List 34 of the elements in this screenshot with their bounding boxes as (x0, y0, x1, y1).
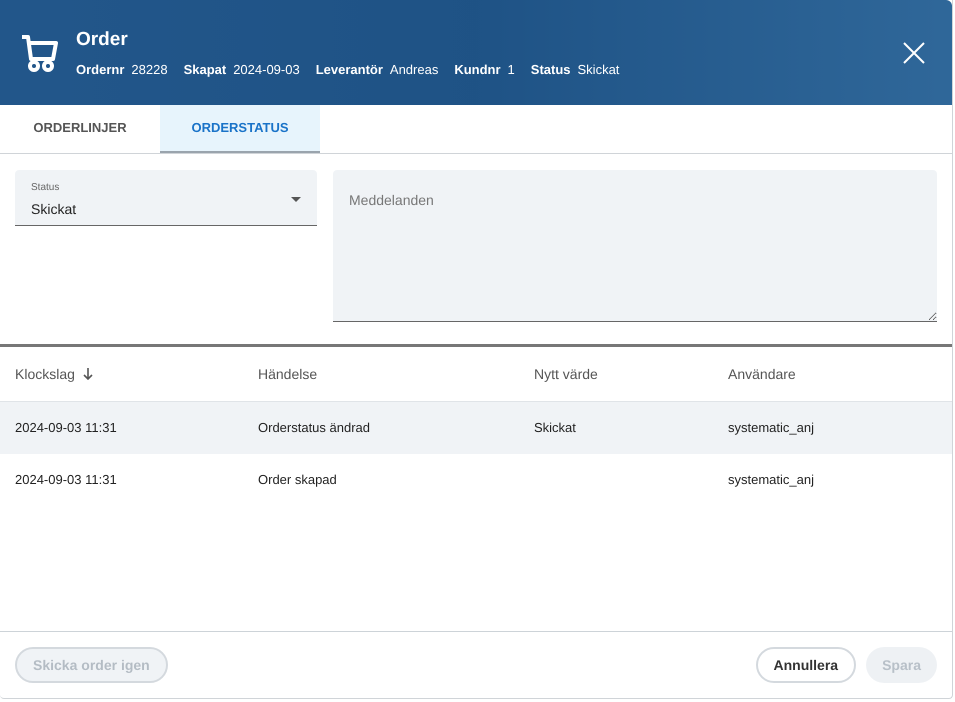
table-cell: Orderstatus ändrad (258, 420, 370, 435)
cart-icon (20, 32, 58, 72)
table-cell: systematic_anj (728, 420, 814, 435)
field-label: Status (31, 180, 60, 194)
column-header[interactable]: Nytt värde (534, 364, 598, 384)
meta-label: Kundnr (454, 61, 501, 79)
cancel-button[interactable]: Annullera (756, 647, 856, 683)
field-value: Skickat (31, 200, 76, 218)
meta-value: 28228 (131, 61, 168, 79)
dropdown-icon (291, 197, 301, 202)
tab[interactable]: ORDERLINJER (0, 105, 160, 153)
meta-label: Leverantör (316, 61, 383, 79)
meta-label: Ordernr (76, 61, 124, 79)
table-cell: Order skapad (258, 472, 337, 487)
close-icon (902, 40, 926, 64)
meta-label: Status (530, 61, 571, 79)
meta-value: Skickat (578, 61, 620, 79)
meta-label: Skapat (184, 61, 226, 79)
table-cell: 2024-09-03 11:31 (15, 472, 117, 487)
status-select[interactable]: Status Skickat (15, 170, 317, 226)
meta-value: 2024-09-03 (233, 61, 300, 79)
meta-value: 1 (508, 61, 515, 79)
messages-field[interactable]: Meddelanden (333, 170, 937, 322)
table-cell: 2024-09-03 11:31 (15, 420, 117, 435)
column-header[interactable]: Klockslag (15, 364, 75, 384)
table-cell: Skickat (534, 420, 576, 435)
tab[interactable]: ORDERSTATUS (160, 105, 320, 153)
arrow-down-icon (82, 368, 93, 380)
column-header[interactable]: Användare (728, 364, 796, 384)
table-cell: systematic_anj (728, 472, 814, 487)
meta-value: Andreas (390, 61, 438, 79)
column-header[interactable]: Händelse (258, 364, 318, 384)
dialog-title: Order (76, 28, 129, 52)
table-row[interactable]: 2024-09-03 11:31 Orderstatus ändrad Skickat systematic_anj (0, 402, 952, 454)
